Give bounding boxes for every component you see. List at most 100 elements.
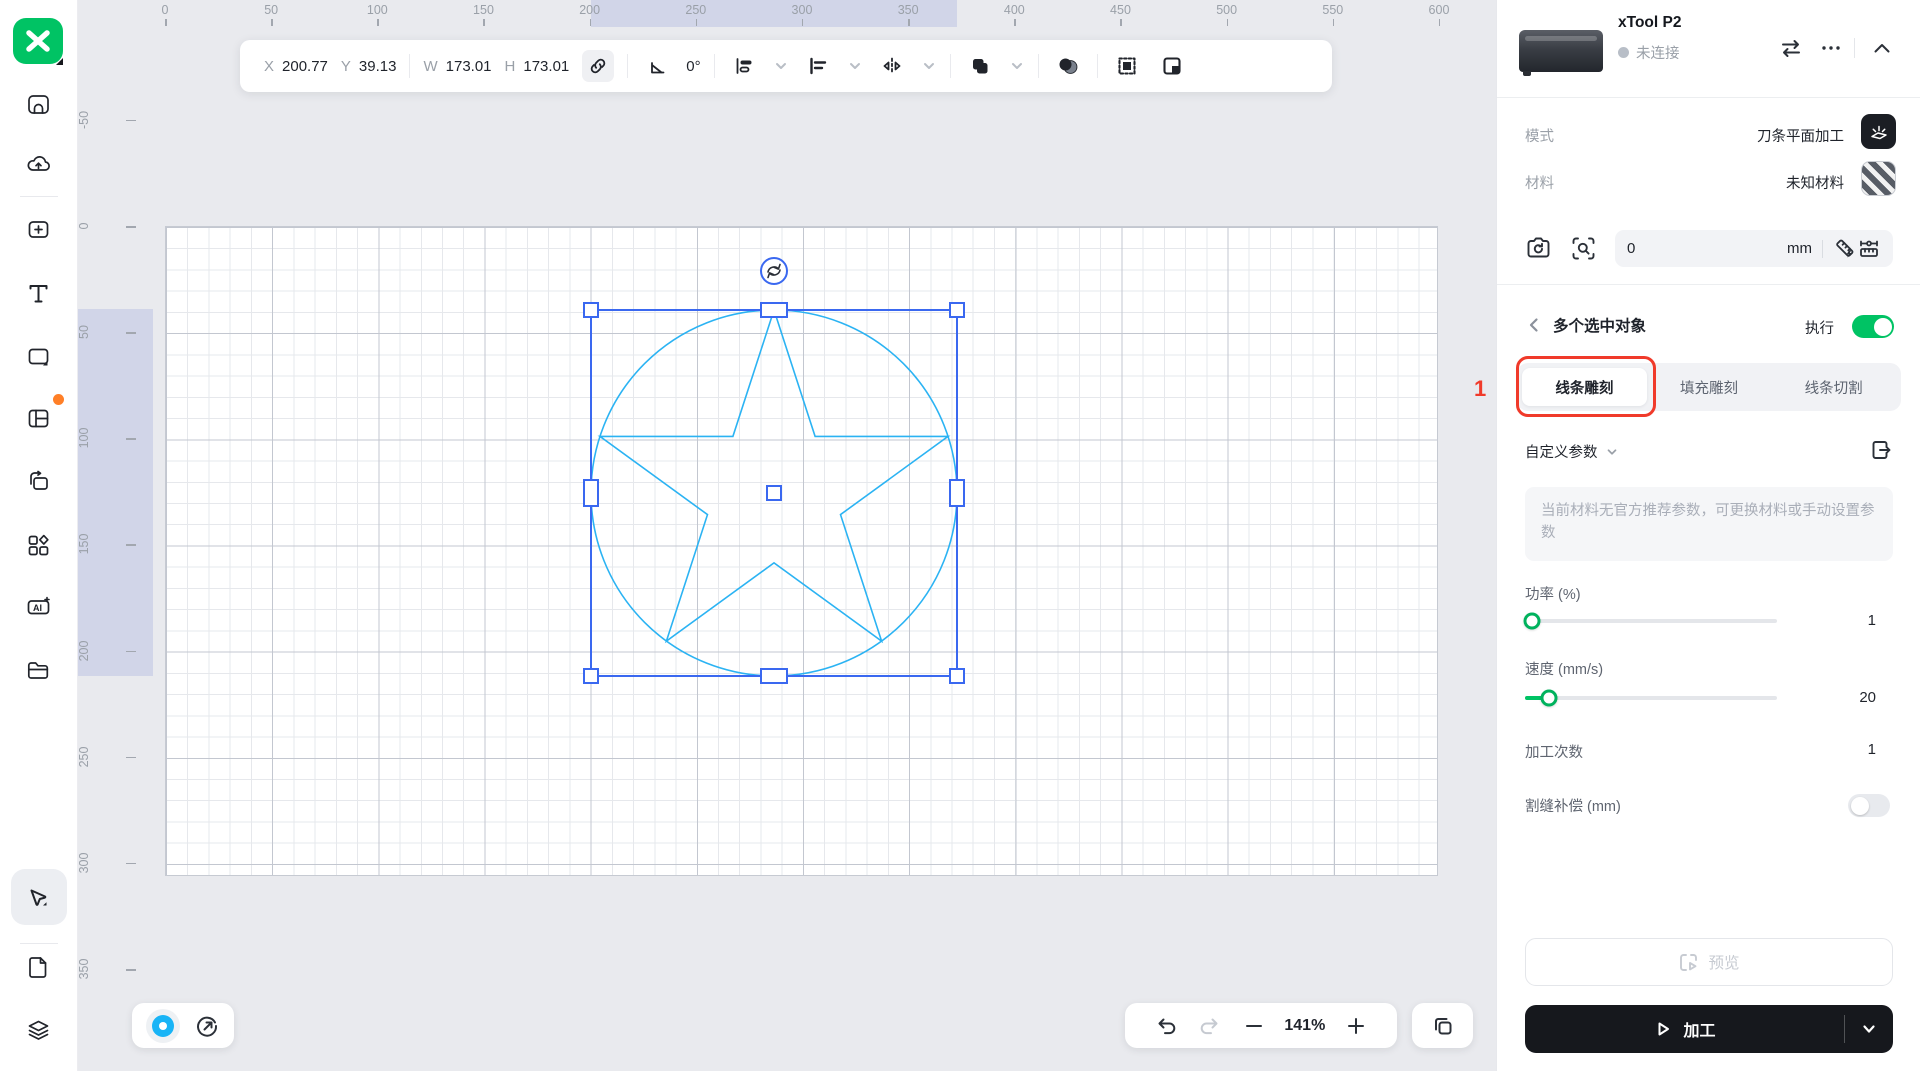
process-button[interactable]: 加工 — [1525, 1005, 1893, 1053]
ruler-tick — [1120, 19, 1122, 26]
rotation-button[interactable] — [641, 50, 673, 82]
laser-position-button[interactable] — [146, 1008, 180, 1043]
rotation-value[interactable]: 0° — [686, 58, 700, 75]
sidebar-item-projects[interactable] — [19, 84, 59, 124]
ruler-tick-label: 250 — [77, 746, 91, 768]
device-more-button[interactable] — [1818, 35, 1844, 61]
duplicate-array-button[interactable] — [1430, 1013, 1456, 1039]
device-thumbnail — [1519, 30, 1603, 76]
power-value[interactable]: 1 — [1868, 612, 1876, 629]
passes-value[interactable]: 1 — [1868, 741, 1876, 758]
distance-unit: mm — [1787, 240, 1812, 257]
speed-slider-thumb[interactable] — [1540, 689, 1558, 707]
tab-line-engrave[interactable]: 线条雕刻 — [1522, 368, 1647, 406]
sidebar-item-elements[interactable] — [19, 525, 59, 565]
weld-button[interactable] — [1052, 50, 1084, 82]
mode-select-button[interactable] — [1861, 114, 1896, 149]
execute-toggle[interactable] — [1852, 315, 1894, 338]
process-button-main[interactable]: 加工 — [1525, 1017, 1844, 1041]
sidebar-item-cloud-upload[interactable] — [19, 144, 59, 184]
distribute-button[interactable] — [728, 50, 760, 82]
ruler-tick-label: 400 — [1003, 3, 1025, 17]
manual-measure-button[interactable] — [1857, 237, 1881, 261]
distance-value[interactable]: 0 — [1627, 240, 1635, 257]
distribute-dropdown[interactable] — [773, 58, 789, 74]
ruler-tick — [126, 544, 136, 546]
auto-measure-button[interactable] — [1833, 237, 1857, 261]
speed-value[interactable]: 20 — [1859, 689, 1876, 706]
sidebar-item-vectorize[interactable] — [19, 461, 59, 501]
y-position-field[interactable]: Y 39.13 — [341, 58, 397, 75]
ruler-tick — [483, 19, 485, 26]
switch-device-button[interactable] — [1778, 35, 1804, 61]
align-button[interactable] — [802, 50, 834, 82]
folder-icon — [27, 661, 49, 679]
sidebar-item-text[interactable] — [19, 273, 59, 313]
invert-selection-button[interactable] — [1156, 50, 1188, 82]
toolbar-divider — [713, 54, 715, 78]
tab-line-cut[interactable]: 线条切割 — [1771, 368, 1896, 406]
ruler-tick — [126, 226, 136, 228]
collapse-panel-button[interactable] — [1869, 35, 1895, 61]
align-dropdown[interactable] — [847, 58, 863, 74]
camera-button[interactable] — [1524, 234, 1553, 263]
shape-tool-icon — [28, 348, 49, 365]
sidebar-item-insert-canvas[interactable] — [19, 209, 59, 249]
chevron-down-icon — [1863, 1025, 1875, 1033]
frame-scan-button[interactable] — [1569, 234, 1598, 263]
link-icon — [591, 58, 606, 74]
material-swatch[interactable] — [1861, 161, 1896, 196]
zoom-level[interactable]: 141% — [1284, 1017, 1325, 1035]
zoom-in-button[interactable] — [1343, 1013, 1369, 1039]
focus-distance-field[interactable]: 0 mm — [1615, 230, 1893, 267]
work-area-grid[interactable] — [165, 226, 1438, 876]
tab-fill-engrave[interactable]: 填充雕刻 — [1647, 368, 1772, 406]
kerf-toggle[interactable] — [1848, 794, 1890, 817]
ruler-tick-label: 500 — [1216, 3, 1238, 17]
redo-button[interactable] — [1197, 1013, 1223, 1039]
flip-dropdown[interactable] — [921, 58, 937, 74]
process-options-button[interactable] — [1845, 1021, 1893, 1037]
undo-icon — [1158, 1018, 1176, 1034]
sidebar-item-ai[interactable]: AI — [19, 586, 59, 626]
x-position-field[interactable]: X 200.77 — [264, 58, 328, 75]
export-params-button[interactable] — [1868, 437, 1894, 463]
height-value[interactable]: 173.01 — [523, 58, 569, 75]
power-slider[interactable] — [1523, 612, 1777, 630]
ruler-tick — [126, 969, 136, 971]
toolbar-divider — [1096, 54, 1098, 78]
jog-to-position-button[interactable] — [194, 1013, 220, 1039]
sidebar-item-layers[interactable] — [19, 1010, 59, 1050]
y-value[interactable]: 39.13 — [359, 58, 397, 75]
sidebar-item-files[interactable] — [19, 650, 59, 690]
sidebar-item-materials[interactable] — [19, 394, 64, 438]
notification-dot — [52, 394, 64, 405]
ruler-tick — [695, 19, 698, 26]
sidebar-item-select-tool[interactable] — [10, 869, 67, 925]
marquee-selection-button[interactable] — [1111, 50, 1143, 82]
speed-slider[interactable] — [1525, 689, 1777, 707]
marquee-icon — [1118, 57, 1136, 75]
zoom-out-button[interactable] — [1241, 1013, 1267, 1039]
height-field[interactable]: H 173.01 — [505, 58, 570, 75]
width-value[interactable]: 173.01 — [446, 58, 492, 75]
boolean-dropdown[interactable] — [1009, 58, 1025, 74]
back-button[interactable] — [1525, 316, 1543, 334]
redo-icon — [1200, 1018, 1218, 1034]
material-value[interactable]: 未知材料 — [1786, 172, 1844, 193]
width-field[interactable]: W 173.01 — [423, 58, 491, 75]
add-canvas-icon — [28, 220, 49, 238]
preview-button[interactable]: 预览 — [1525, 938, 1893, 986]
power-slider-thumb[interactable] — [1523, 612, 1541, 630]
sidebar-item-shapes[interactable] — [19, 336, 59, 376]
sidebar-item-pages[interactable] — [19, 947, 59, 987]
undo-button[interactable] — [1153, 1013, 1179, 1039]
x-value[interactable]: 200.77 — [282, 58, 328, 75]
custom-params-dropdown[interactable]: 自定义参数 — [1525, 441, 1619, 462]
flip-button[interactable] — [876, 50, 908, 82]
lock-aspect-ratio-button[interactable] — [582, 50, 615, 82]
mode-value[interactable]: 刀条平面加工 — [1757, 125, 1844, 146]
process-type-tabs: 线条雕刻 填充雕刻 线条切割 — [1517, 363, 1901, 411]
boolean-combine-button[interactable] — [964, 50, 996, 82]
material-label: 材料 — [1525, 176, 1554, 192]
